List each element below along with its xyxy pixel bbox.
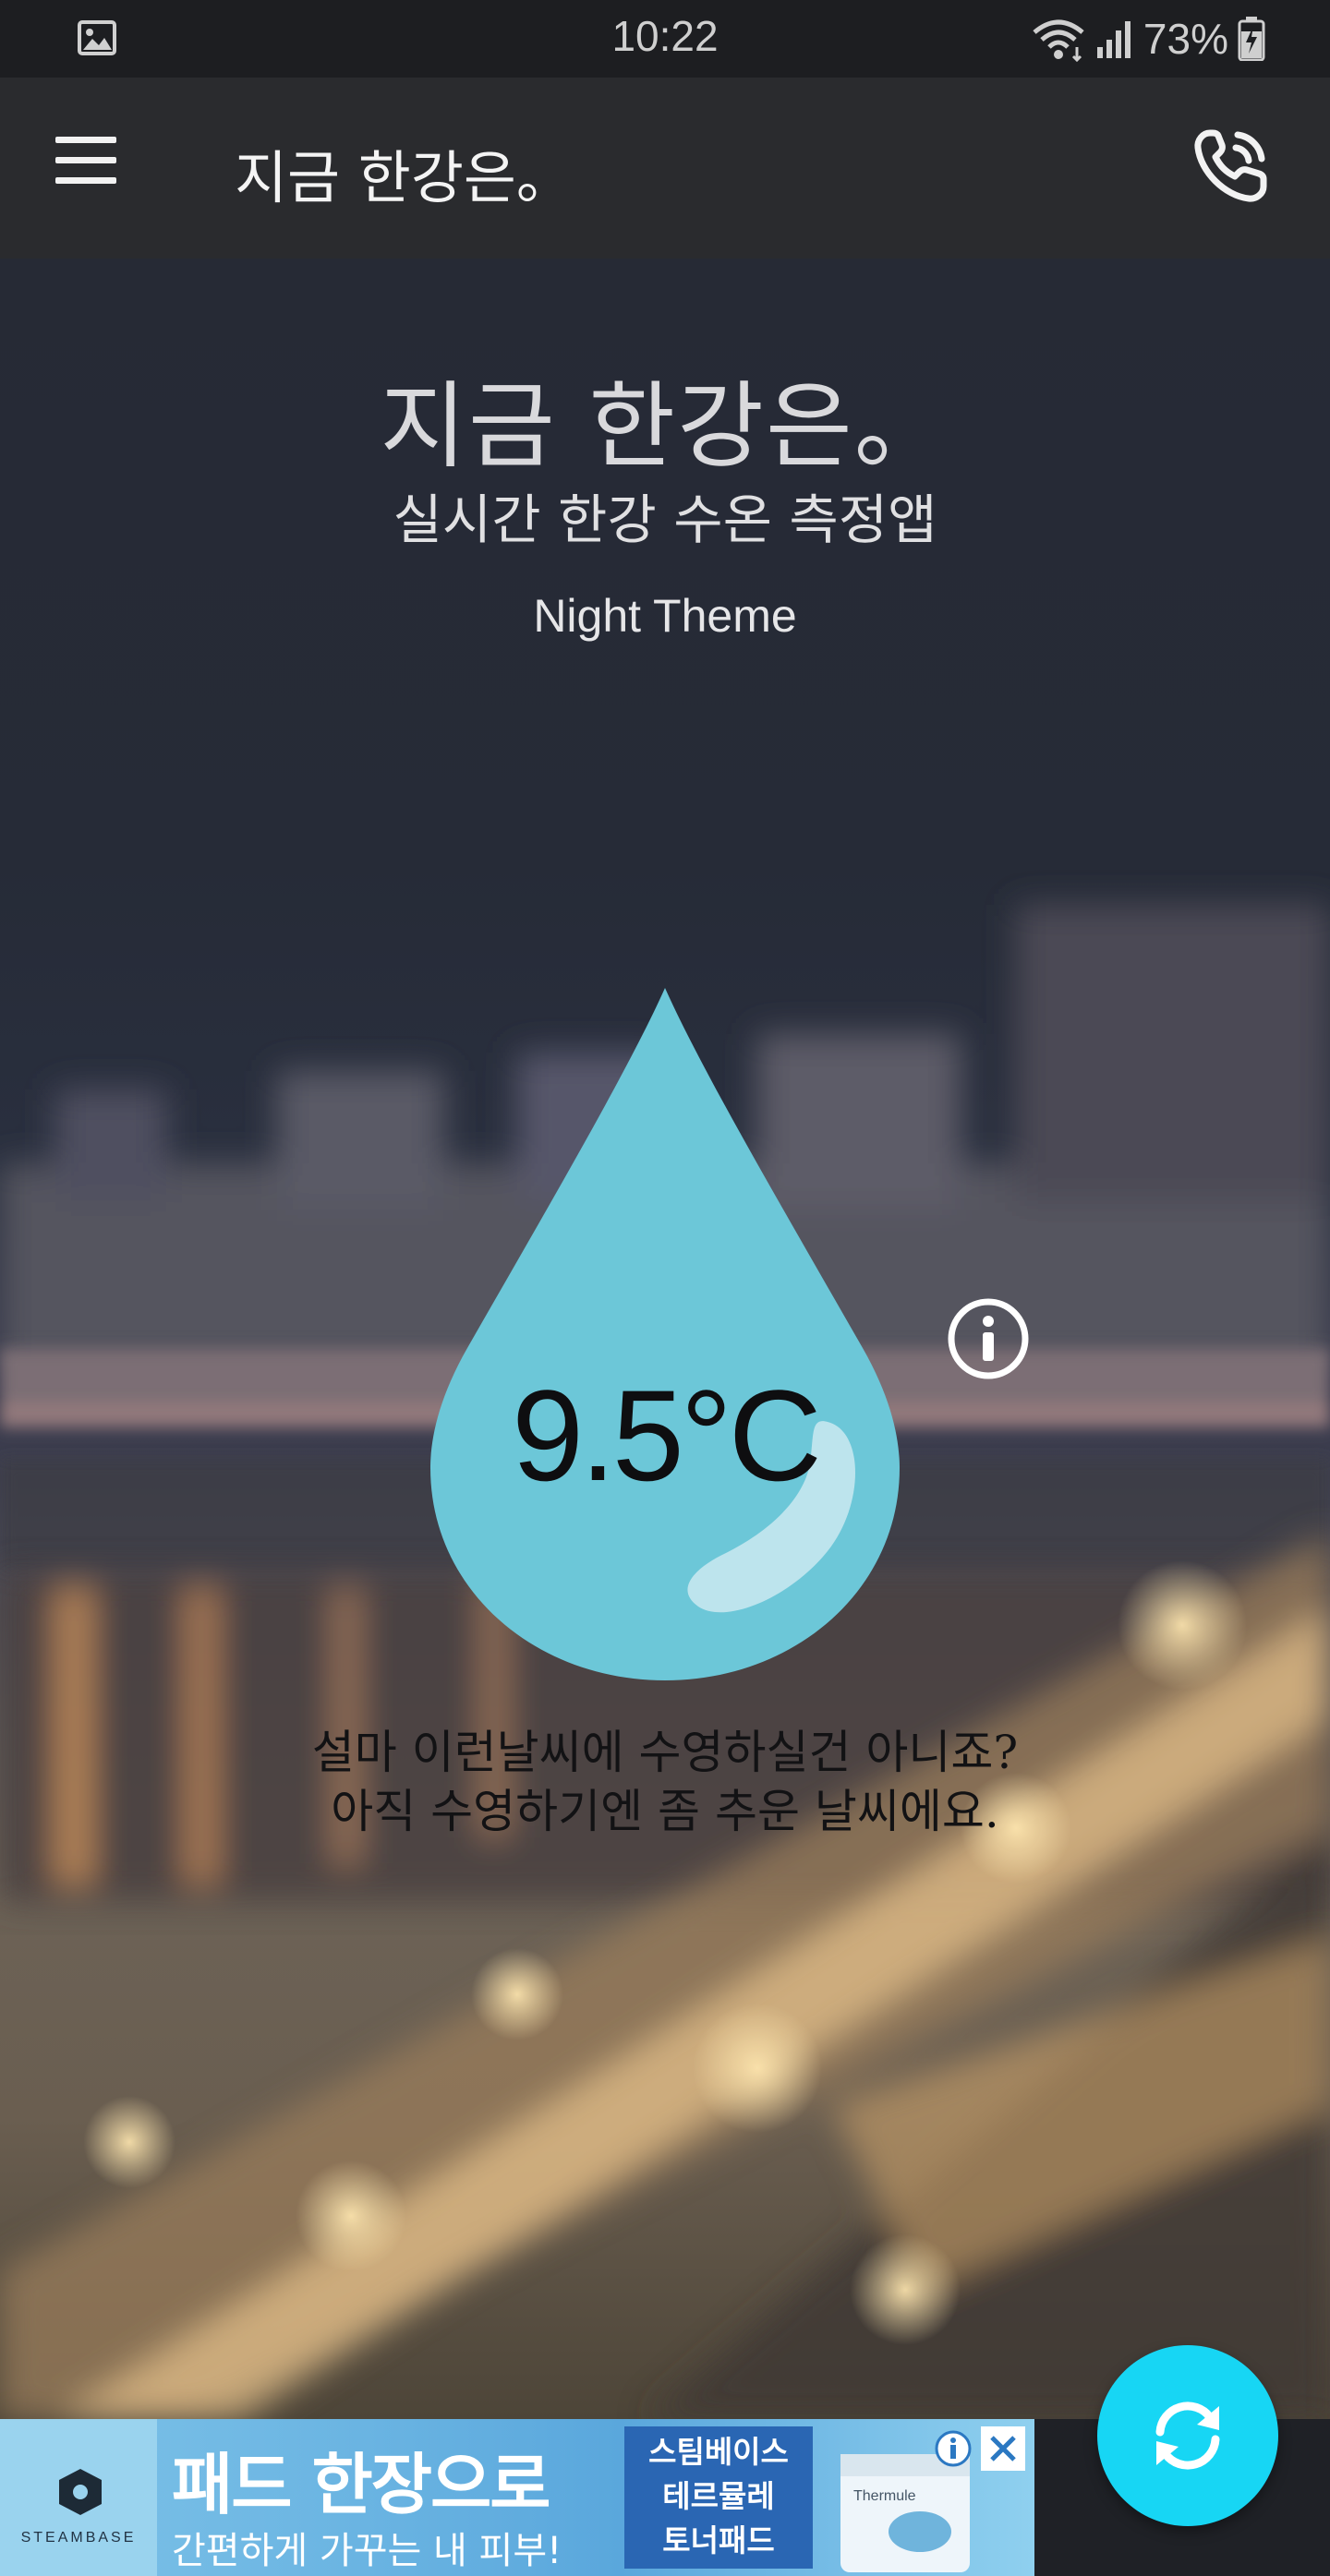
refresh-icon [1155, 2401, 1220, 2470]
app-bar-title: 지금 한강은。 [235, 144, 574, 211]
ad-brand-logo: STEAMBASE [0, 2419, 157, 2576]
ad-product-line-1: 스팀베이스 [648, 2434, 789, 2470]
ad-headline: 패드 한장으로 [172, 2446, 551, 2523]
swim-advice-message: 설마 이런날씨에 수영하실건 아니죠? 아직 수영하기엔 좀 추운 날씨에요. [0, 1723, 1330, 1841]
theme-label: Night Theme [533, 590, 797, 642]
ad-product-line-3: 토너패드 [662, 2522, 775, 2558]
status-right-group: 73% [1031, 13, 1265, 65]
water-drop-icon [430, 988, 900, 1680]
ad-close-icon[interactable] [981, 2426, 1025, 2471]
menu-icon[interactable] [55, 137, 126, 196]
app-screen: 10:22 73% 지금 한강은。 지금 한강은。 실시간 한강 수온 측정앱 … [0, 0, 1330, 2576]
ad-product-name: 스팀베이스 테르뮬레 토너패드 [624, 2426, 813, 2569]
phone-call-icon[interactable] [1190, 126, 1271, 207]
battery-percent: 73% [1143, 15, 1228, 63]
product-label: Thermule [853, 2488, 916, 2504]
ad-tagline: 간편하게 가꾸는 내 피부! [172, 2530, 562, 2572]
message-line-1: 설마 이런날씨에 수영하실건 아니죠? [311, 1726, 1019, 1779]
status-bar: 10:22 73% [0, 0, 1330, 78]
info-icon[interactable] [946, 1296, 1031, 1381]
message-line-2: 아직 수영하기엔 좀 추운 날씨에요. [331, 1785, 999, 1838]
hexagon-logo-icon [59, 2469, 102, 2515]
temperature-value: 9.5°C [512, 1363, 822, 1508]
ad-product-line-2: 테르뮬레 [662, 2478, 775, 2514]
ad-brand-name: STEAMBASE [20, 2530, 137, 2546]
signal-icon [1096, 21, 1130, 58]
battery-charging-icon [1238, 17, 1265, 61]
refresh-button[interactable] [1097, 2345, 1278, 2526]
hero-title: 지금 한강은。 [380, 372, 950, 482]
ad-info-icon[interactable] [933, 2428, 973, 2469]
ad-banner[interactable]: STEAMBASE 패드 한장으로 간편하게 가꾸는 내 피부! 스팀베이스 테… [0, 2419, 1034, 2576]
hero-subtitle: 실시간 한강 수온 측정앱 [393, 488, 937, 551]
app-bar: 지금 한강은。 [0, 78, 1330, 259]
wifi-icon [1033, 19, 1084, 62]
